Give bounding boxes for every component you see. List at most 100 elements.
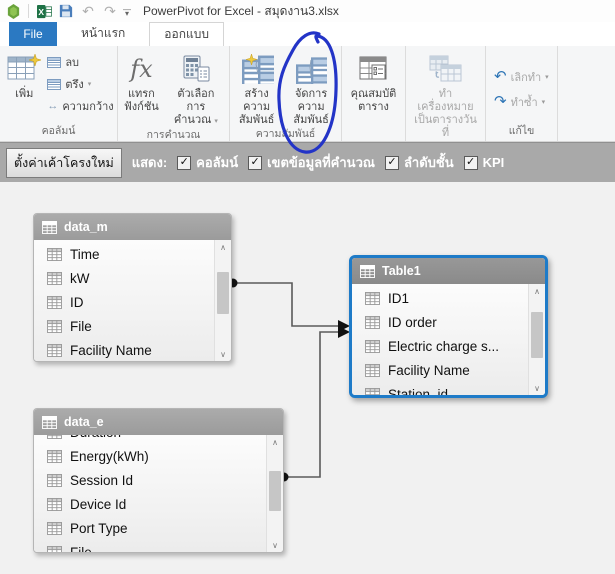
checkbox-kpi[interactable]: ✓ KPI [464, 155, 505, 170]
delete-column-button[interactable]: ลบ [47, 53, 113, 71]
table-card-data_m[interactable]: data_m Time kW ID File Facility Name ∧ ∨ [33, 213, 232, 362]
freeze-column-button[interactable]: ตรึง ▾ [47, 75, 113, 93]
powerpivot-window: X ↶ ↷ —▾ PowerPivot for Excel - สมุดงาน3… [0, 0, 615, 574]
undo-button[interactable]: ↶ เลิกทำ ▾ [494, 68, 549, 86]
field-icon [47, 498, 62, 511]
field-icon [365, 388, 380, 396]
field-icon [365, 316, 380, 329]
powerpivot-app-icon [4, 2, 22, 20]
save-icon[interactable] [57, 2, 75, 20]
delete-table-icon [47, 57, 61, 68]
field-row[interactable]: Electric charge s... [352, 334, 528, 358]
field-icon [365, 340, 380, 353]
window-title: PowerPivot for Excel - สมุดงาน3.xlsx [143, 2, 339, 21]
vertical-scrollbar[interactable]: ∧ ∨ [528, 284, 545, 395]
insert-function-button[interactable]: fx แทรก ฟังก์ชัน [120, 49, 163, 114]
field-row[interactable]: kW [34, 266, 214, 290]
table-header-data_m[interactable]: data_m [34, 214, 231, 240]
manage-relationships-button[interactable]: จัดการความ สัมพันธ์ [283, 49, 339, 127]
mark-as-date-table-button[interactable]: ทำเครื่องหมาย เป็นตารางวันที่ [408, 49, 483, 140]
manage-relationships-icon [295, 52, 327, 86]
fx-icon: fx [130, 52, 152, 86]
field-row[interactable]: Facility Name [34, 338, 214, 361]
undo-icon: ↶ [494, 69, 507, 84]
field-row[interactable]: Energy(kWh) [34, 444, 266, 468]
field-row[interactable]: Time [34, 242, 214, 266]
checkbox-columns[interactable]: ✓ คอลัมน์ [177, 152, 238, 173]
scroll-track[interactable] [267, 449, 283, 538]
qat-dropdown-icon[interactable]: —▾ [123, 7, 131, 16]
scroll-up-icon: ∧ [215, 240, 231, 254]
field-row[interactable]: ID order [352, 310, 528, 334]
reset-layout-button[interactable]: ตั้งค่าเค้าโครงใหม่ [6, 148, 122, 178]
field-row[interactable]: Device Id [34, 492, 266, 516]
tab-file[interactable]: File [9, 22, 57, 46]
table-card-table1[interactable]: Table1 ID1 ID order Electric charge s...… [349, 255, 548, 398]
scroll-thumb[interactable] [269, 471, 281, 511]
scroll-thumb[interactable] [531, 312, 543, 358]
checkbox-icon[interactable]: ✓ [464, 156, 478, 170]
show-label: แสดง: [132, 152, 167, 173]
field-icon [47, 546, 62, 553]
redo-quick-icon[interactable]: ↷ [101, 2, 119, 20]
diagram-toolbar: ตั้งค่าเค้าโครงใหม่ แสดง: ✓ คอลัมน์ ✓ เข… [0, 142, 615, 182]
field-icon [365, 364, 380, 377]
field-row[interactable]: Port Type [34, 516, 266, 540]
tab-home[interactable]: หน้าแรก [67, 22, 139, 46]
checkbox-calculated-fields[interactable]: ✓ เขตข้อมูลที่คำนวณ [248, 152, 375, 173]
checkbox-icon[interactable]: ✓ [248, 156, 262, 170]
vertical-scrollbar[interactable]: ∧ ∨ [266, 435, 283, 552]
add-column-button[interactable]: เพิ่ม [3, 49, 45, 101]
field-row[interactable]: File [34, 314, 214, 338]
separator [28, 4, 29, 18]
tab-design[interactable]: ออกแบบ [149, 22, 224, 46]
dropdown-icon: ▾ [88, 80, 92, 88]
field-row[interactable]: File [34, 540, 266, 552]
checkbox-icon[interactable]: ✓ [177, 156, 191, 170]
ribbon-group-relationships: สร้างความ สัมพันธ์ จัดการความ สัมพันธ์ ค… [230, 46, 342, 141]
checkbox-icon[interactable]: ✓ [385, 156, 399, 170]
ribbon-group-table-properties: คุณสมบัติ ตาราง [342, 46, 406, 141]
table-card-data_e[interactable]: data_e Duration Energy(kWh) Session Id D… [33, 408, 284, 553]
field-row[interactable]: ID [34, 290, 214, 314]
field-icon [47, 272, 62, 285]
svg-text:X: X [38, 6, 44, 16]
calculation-options-button[interactable]: ตัวเลือกการ คำนวณ ▾ [165, 49, 227, 128]
table-body: Duration Energy(kWh) Session Id Device I… [34, 435, 283, 552]
field-row[interactable]: Facility Name [352, 358, 528, 382]
checkbox-hierarchies[interactable]: ✓ ลำดับชั้น [385, 152, 454, 173]
table-icon [42, 416, 57, 429]
table-header-table1[interactable]: Table1 [352, 258, 545, 284]
excel-icon[interactable]: X [35, 2, 53, 20]
column-width-button[interactable]: ↔ ความกว้าง [47, 97, 113, 115]
table-properties-button[interactable]: คุณสมบัติ ตาราง [347, 49, 401, 114]
field-row[interactable]: ID1 [352, 286, 528, 310]
group-label-empty [344, 124, 403, 140]
scroll-track[interactable] [215, 254, 231, 347]
vertical-scrollbar[interactable]: ∧ ∨ [214, 240, 231, 361]
ribbon-group-calculation: fx แทรก ฟังก์ชัน ตัวเลือกการ คำนวณ ▾ การ… [118, 46, 230, 141]
scroll-down-icon: ∨ [215, 347, 231, 361]
scroll-thumb[interactable] [217, 272, 229, 314]
field-row[interactable]: Duration [34, 435, 266, 444]
table-properties-icon [359, 52, 389, 86]
field-icon [47, 296, 62, 309]
create-relationship-button[interactable]: สร้างความ สัมพันธ์ [232, 49, 281, 127]
table-header-data_e[interactable]: data_e [34, 409, 283, 435]
calculator-icon [181, 52, 211, 86]
ribbon-group-edit: ↶ เลิกทำ ▾ ↷ ทำซ้ำ ▾ แก้ไข [486, 46, 558, 141]
field-row[interactable]: Session Id [34, 468, 266, 492]
table-icon [360, 265, 375, 278]
scroll-track[interactable] [529, 298, 545, 381]
field-row[interactable]: Station_id [352, 382, 528, 395]
title-bar: X ↶ ↷ —▾ PowerPivot for Excel - สมุดงาน3… [0, 0, 615, 22]
table-body: ID1 ID order Electric charge s... Facili… [352, 284, 545, 395]
field-icon [47, 522, 62, 535]
ribbon-group-mark-date: ทำเครื่องหมาย เป็นตารางวันที่ [406, 46, 486, 141]
diagram-canvas[interactable]: data_m Time kW ID File Facility Name ∧ ∨ [0, 182, 615, 574]
table-icon [42, 221, 57, 234]
redo-button[interactable]: ↷ ทำซ้ำ ▾ [494, 93, 545, 111]
field-icon [47, 435, 62, 439]
group-label-calculation: การคำนวณ [120, 128, 227, 142]
undo-quick-icon[interactable]: ↶ [79, 2, 97, 20]
